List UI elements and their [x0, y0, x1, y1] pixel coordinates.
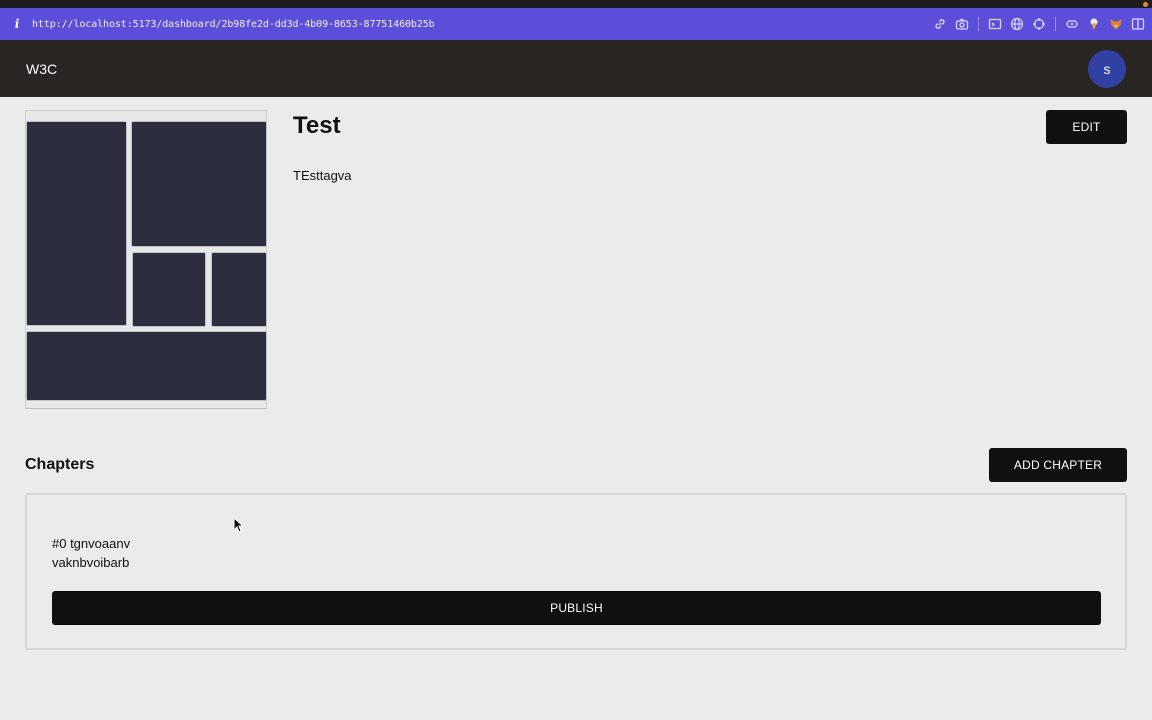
info-icon[interactable]: i — [6, 17, 28, 31]
camera-icon[interactable] — [954, 16, 970, 32]
window-top-strip — [0, 0, 1152, 8]
extension-icon[interactable] — [1064, 16, 1080, 32]
link-icon[interactable] — [932, 16, 948, 32]
project-description: TEsttagva — [293, 168, 352, 183]
mouse-cursor-icon — [233, 517, 243, 533]
toolbar-separator — [1055, 17, 1056, 31]
browser-toolbar — [932, 8, 1146, 40]
sidebar-icon[interactable] — [1130, 16, 1146, 32]
chapters-heading: Chapters — [25, 456, 95, 473]
ice-cream-icon[interactable] — [1086, 16, 1102, 32]
crosshair-icon[interactable] — [1031, 16, 1047, 32]
user-avatar[interactable]: s — [1088, 50, 1126, 88]
fox-icon[interactable] — [1108, 16, 1124, 32]
toolbar-separator — [978, 17, 979, 31]
terminal-icon[interactable] — [987, 16, 1003, 32]
project-title: Test — [293, 112, 341, 139]
chapter-card: #0 tgnvoaanv vaknbvoibarb PUBLISH — [25, 493, 1127, 650]
cover-panel — [26, 121, 127, 326]
publish-button[interactable]: PUBLISH — [52, 591, 1101, 625]
add-chapter-button[interactable]: ADD CHAPTER — [989, 448, 1127, 482]
app-header: W3C s — [0, 40, 1152, 97]
cover-panel — [132, 252, 206, 327]
cover-panel — [26, 331, 267, 401]
browser-address-bar: i http://localhost:5173/dashboard/2b98fe… — [0, 8, 1152, 40]
globe-icon[interactable] — [1009, 16, 1025, 32]
status-dot — [1143, 2, 1148, 7]
chapter-title: #0 tgnvoaanv — [52, 536, 131, 551]
cover-panel — [211, 252, 267, 327]
cover-divider — [26, 408, 266, 409]
brand-logo-text[interactable]: W3C — [26, 61, 57, 77]
url-text[interactable]: http://localhost:5173/dashboard/2b98fe2d… — [32, 19, 435, 30]
cover-panel — [131, 121, 267, 247]
edit-button[interactable]: EDIT — [1046, 110, 1127, 144]
chapter-subtitle: vaknbvoibarb — [52, 555, 130, 570]
project-cover-image — [25, 110, 267, 409]
